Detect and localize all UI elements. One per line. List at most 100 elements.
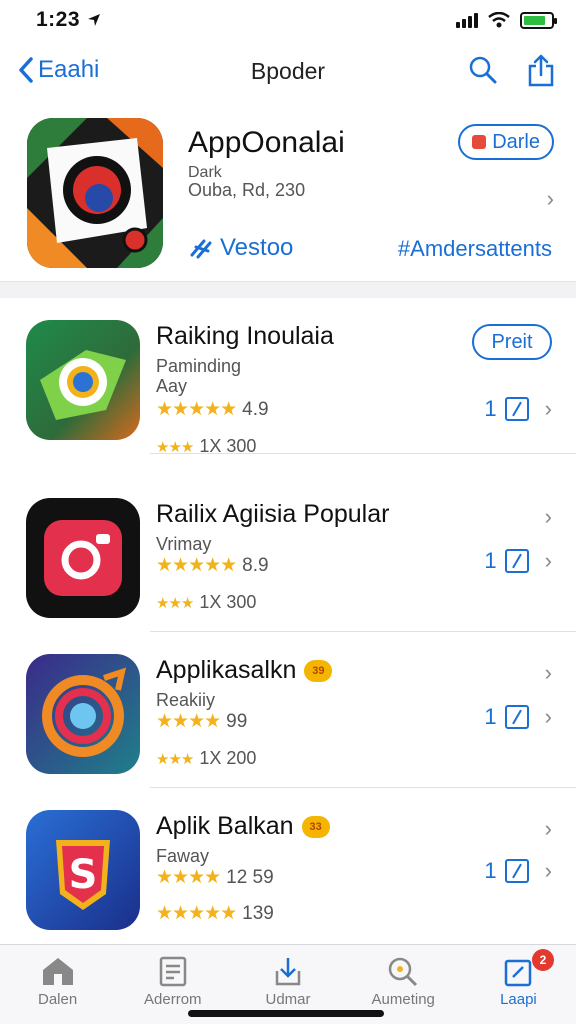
featured-link-left-label: Vestoo — [220, 234, 294, 261]
star-rating-icon: ★★★★★ — [156, 399, 237, 420]
item-count[interactable]: 1 › — [484, 548, 552, 574]
download-icon — [275, 958, 301, 986]
tab-home[interactable]: Dalen — [0, 945, 115, 1024]
search-icon[interactable] — [468, 54, 498, 86]
battery-icon — [520, 11, 557, 29]
app-icon-camera[interactable] — [26, 320, 140, 440]
chevron-right-icon: › — [544, 704, 552, 729]
app-subcategory: Aay — [156, 376, 188, 396]
location-arrow-icon — [88, 14, 101, 26]
app-title-text: Aplik Balkan — [156, 812, 294, 840]
share-icon[interactable] — [526, 54, 556, 88]
app-subtitle: Reakiiy — [156, 690, 215, 710]
chevron-right-icon: › — [544, 858, 552, 883]
app-title-text: Applikasalkn — [156, 656, 297, 684]
featured-link-vestoo[interactable]: Vestoo — [188, 234, 293, 262]
app-category: Vrimay — [156, 534, 212, 554]
app-subtitle: Paminding Aay — [156, 356, 241, 396]
status-indicators — [456, 11, 557, 29]
featured-link-hashtag[interactable]: #Amdersattents — [398, 236, 552, 262]
review-count: 1X 300 — [199, 592, 257, 612]
app-badge: 33 — [301, 815, 330, 838]
cellular-signal-icon — [456, 12, 478, 28]
home-indicator[interactable] — [188, 1010, 384, 1017]
status-bar: 1:23 — [0, 0, 576, 40]
featured-app-icon[interactable] — [27, 118, 163, 268]
notification-badge: 2 — [532, 949, 555, 971]
edit-box-icon — [504, 397, 529, 421]
chevron-right-icon: › — [544, 548, 552, 573]
row-divider — [150, 453, 576, 454]
count-value: 1 — [484, 548, 497, 573]
app-category: Paminding — [156, 356, 242, 376]
get-button[interactable]: Preit — [472, 324, 552, 360]
count-value: 1 — [484, 396, 497, 421]
list-item[interactable]: Railix Agiisia Popular Vrimay ★★★★★ 8.9 … — [0, 476, 576, 632]
chevron-right-icon[interactable]: › — [547, 186, 554, 212]
app-icon-shield[interactable]: S — [26, 810, 140, 930]
item-count[interactable]: 1 › — [484, 704, 552, 730]
featured-app-title: AppOonalai — [188, 126, 345, 159]
app-title: Raiking Inoulaia — [156, 322, 334, 350]
featured-app-card[interactable]: AppOonalai Dark Ouba, Rd, 230 Darle › Ve… — [0, 106, 576, 282]
rating-row: ★★★★★ 8.9 — [156, 554, 269, 577]
edit-box-icon — [504, 549, 529, 573]
star-rating-icon: ★★★★ — [156, 867, 221, 888]
app-title: Applikasalkn 39 — [156, 656, 333, 685]
rating-value: 8.9 — [242, 554, 269, 576]
reviews-row: ★★★ 1X 200 — [156, 748, 256, 769]
update-icon — [505, 959, 532, 987]
tab-label: Aumeting — [371, 991, 435, 1008]
tab-updates[interactable]: 2 Laapi — [461, 945, 576, 1024]
document-icon — [159, 956, 187, 987]
tab-label: Laapi — [500, 991, 537, 1008]
app-list: Raiking Inoulaia Paminding Aay ★★★★★ 4.9… — [0, 298, 576, 944]
rating-row: ★★★★★ 4.9 — [156, 398, 269, 421]
app-category: Reakiiy — [156, 690, 216, 710]
rating-row: ★★★★ 12 59 — [156, 866, 274, 889]
review-count: 139 — [242, 902, 274, 924]
tab-label: Udmar — [265, 991, 311, 1008]
app-icon-swirl[interactable] — [26, 654, 140, 774]
svg-text:S: S — [69, 852, 98, 898]
reviews-row: ★★★★★ 139 — [156, 902, 274, 925]
reviews-row: ★★★ 1X 300 — [156, 592, 256, 613]
edit-box-icon — [504, 859, 529, 883]
small-stars-icon: ★★★★★ — [156, 903, 237, 924]
small-stars-icon: ★★★ — [156, 594, 194, 612]
star-rating-icon: ★★★★★ — [156, 555, 237, 576]
list-item[interactable]: S Aplik Balkan 33 Faway ★★★★ 12 59 ★★★★★… — [0, 788, 576, 944]
app-subtitle: Faway — [156, 846, 209, 866]
tab-label: Aderrom — [144, 991, 202, 1008]
featured-app-meta: Ouba, Rd, 230 — [188, 180, 306, 200]
app-dot-icon — [472, 135, 487, 149]
chevron-right-icon[interactable]: › — [545, 504, 552, 530]
status-time-text: 1:23 — [36, 8, 81, 31]
app-title: Aplik Balkan 33 — [156, 812, 330, 841]
link-icon — [190, 239, 212, 259]
app-category: Faway — [156, 846, 210, 866]
rating-value: 99 — [226, 710, 248, 732]
nav-actions — [468, 54, 556, 88]
navigation-bar: Eaahi Bpoder — [0, 40, 576, 106]
item-count[interactable]: 1 › — [484, 858, 552, 884]
featured-get-label: Darle — [492, 130, 540, 153]
home-icon — [42, 958, 73, 985]
count-value: 1 — [484, 704, 497, 729]
featured-get-button[interactable]: Darle — [458, 124, 554, 160]
app-badge: 39 — [304, 659, 333, 682]
count-value: 1 — [484, 858, 497, 883]
app-icon-camera-red[interactable] — [26, 498, 140, 618]
app-title: Railix Agiisia Popular — [156, 500, 390, 528]
item-count[interactable]: 1 › — [484, 396, 552, 422]
wifi-icon — [488, 12, 510, 28]
tab-label: Dalen — [38, 991, 78, 1008]
list-item[interactable]: Raiking Inoulaia Paminding Aay ★★★★★ 4.9… — [0, 298, 576, 456]
chevron-right-icon[interactable]: › — [545, 816, 552, 842]
list-item[interactable]: Applikasalkn 39 Reakiiy ★★★★ 99 ★★★ 1X 2… — [0, 632, 576, 788]
status-time: 1:23 — [36, 8, 102, 32]
rating-value: 4.9 — [242, 398, 269, 420]
chevron-right-icon: › — [544, 396, 552, 421]
chevron-right-icon[interactable]: › — [545, 660, 552, 686]
rating-row: ★★★★ 99 — [156, 710, 247, 733]
